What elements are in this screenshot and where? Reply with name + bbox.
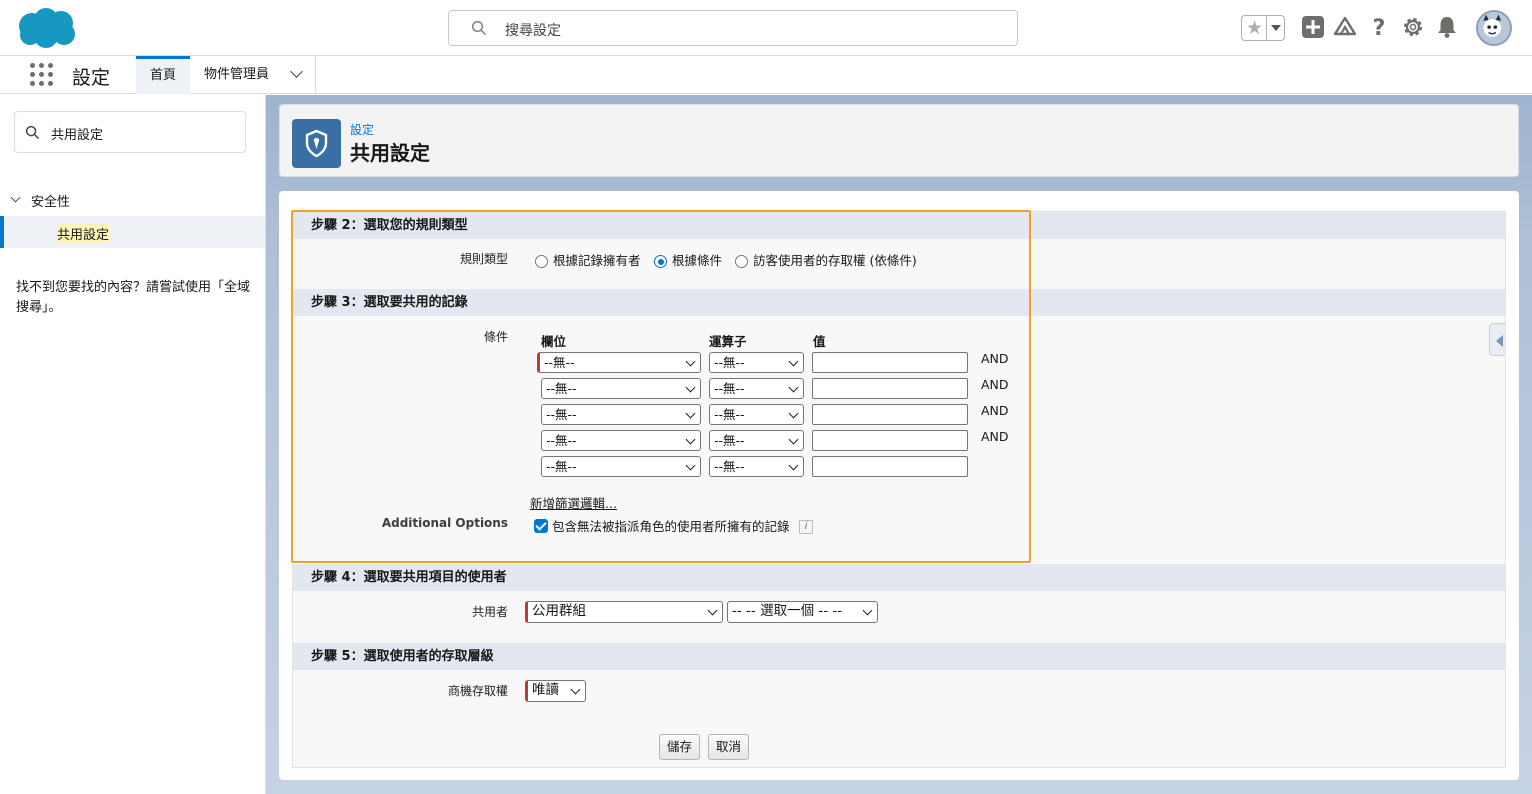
help-icon[interactable]: ? xyxy=(1366,14,1392,40)
sharing-settings-icon xyxy=(292,119,341,168)
share-with-type-select[interactable]: 公用群組 xyxy=(525,601,723,623)
trailhead-icon[interactable] xyxy=(1332,14,1358,40)
salesforce-logo[interactable] xyxy=(16,6,78,50)
cancel-button[interactable]: 取消 xyxy=(708,734,749,760)
save-button[interactable]: 儲存 xyxy=(659,734,700,760)
tab-home[interactable]: 首頁 xyxy=(136,56,190,94)
breadcrumb[interactable]: 設定 xyxy=(350,121,374,138)
share-with-target-select[interactable]: -- -- 選取一個 -- -- xyxy=(727,601,878,623)
chevron-down-icon[interactable] xyxy=(10,192,21,203)
global-actions-icon[interactable] xyxy=(1300,14,1326,40)
opportunity-access-label: 商機存取權 xyxy=(447,684,508,698)
tree-item-sharing-settings[interactable]: 共用設定 xyxy=(0,216,265,248)
svg-text:?: ? xyxy=(1373,16,1386,40)
share-with-label: 共用者 xyxy=(471,605,508,619)
search-icon xyxy=(25,125,40,140)
avatar-image xyxy=(1483,14,1502,37)
user-avatar[interactable] xyxy=(1476,10,1512,46)
tab-object-manager-label: 物件管理員 xyxy=(204,67,270,82)
opportunity-access-select[interactable]: 唯讀 xyxy=(525,680,586,702)
chevron-down-icon[interactable] xyxy=(290,65,303,78)
setup-sidebar: 共用設定 安全性 共用設定 找不到您要找的內容？請嘗試使用「全域搜尋」。 xyxy=(0,95,266,794)
quick-find-value: 共用設定 xyxy=(51,128,104,143)
tree-section-label: 安全性 xyxy=(31,195,71,210)
step5-header: 步驟 5：選取使用者的存取層級 xyxy=(293,643,1505,670)
collapse-panel-toggle[interactable] xyxy=(1489,323,1505,356)
tab-object-manager[interactable]: 物件管理員 xyxy=(190,56,316,94)
notifications-bell-icon[interactable] xyxy=(1434,14,1460,40)
search-icon xyxy=(471,20,487,36)
chevron-down-icon[interactable] xyxy=(1266,16,1284,40)
page-header: 設定 共用設定 xyxy=(279,104,1519,177)
favorites-button[interactable]: ★ xyxy=(1241,15,1285,41)
quick-find-input[interactable]: 共用設定 xyxy=(14,111,246,153)
step4-header: 步驟 4：選取要共用項目的使用者 xyxy=(293,564,1505,591)
app-nav-bar: 設定 首頁 物件管理員 xyxy=(0,56,1532,94)
gear-icon[interactable] xyxy=(1400,14,1426,40)
not-found-hint: 找不到您要找的內容？請嘗試使用「全域搜尋」。 xyxy=(16,280,251,315)
app-name: 設定 xyxy=(72,67,111,89)
global-search-input[interactable]: 搜尋設定 xyxy=(448,10,1018,46)
highlight-box xyxy=(291,210,1031,563)
search-placeholder: 搜尋設定 xyxy=(505,23,561,39)
page-title: 共用設定 xyxy=(350,141,430,165)
app-launcher-icon[interactable] xyxy=(30,63,54,87)
tree-section-security[interactable]: 安全性 xyxy=(0,191,265,213)
global-header: 搜尋設定 ★ ? xyxy=(0,0,1532,56)
tree-item-label: 共用設定 xyxy=(57,224,110,243)
star-icon: ★ xyxy=(1246,17,1264,39)
